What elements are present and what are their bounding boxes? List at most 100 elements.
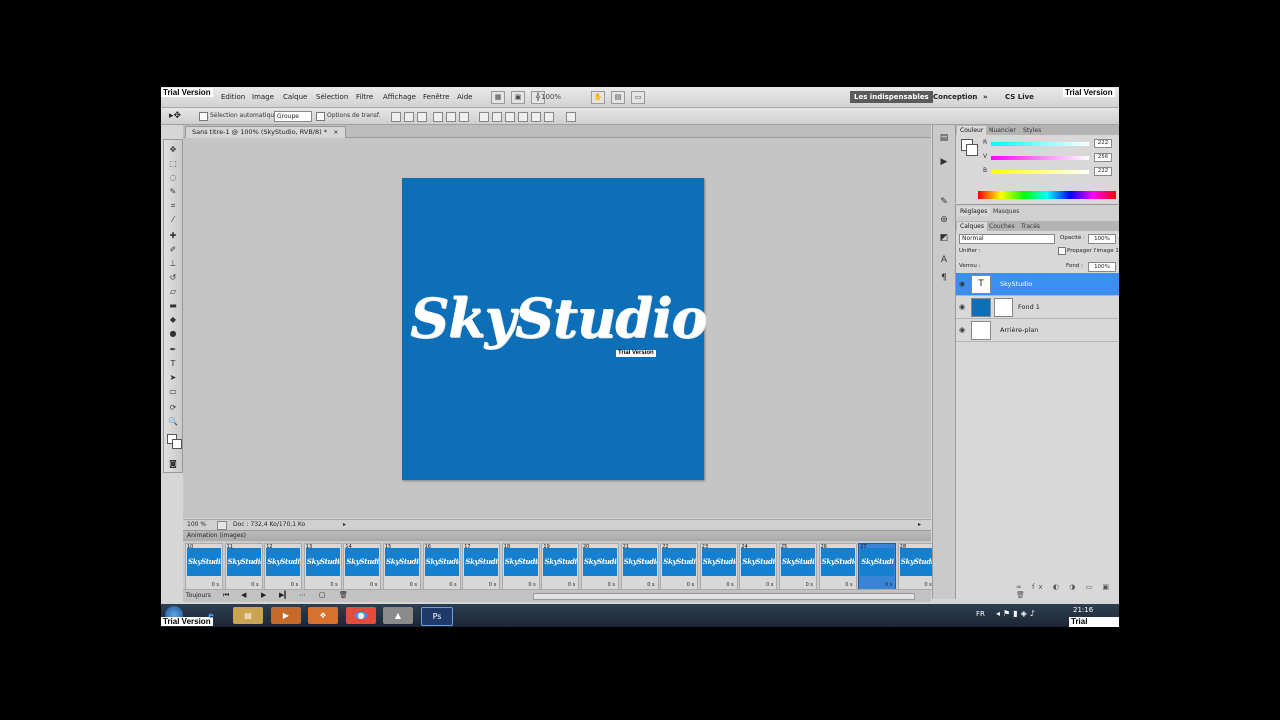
tab-nuancier[interactable]: Nuancier xyxy=(986,126,1019,135)
first-frame-icon[interactable]: ⏮ xyxy=(223,591,229,600)
align-hcenter-icon[interactable] xyxy=(446,112,456,122)
skystudio-logo-text[interactable]: SkyStudio xyxy=(410,286,707,350)
frame-delay[interactable]: 0 s xyxy=(528,582,535,588)
ie-icon[interactable]: e xyxy=(196,607,226,624)
frame-delay[interactable]: 0 s xyxy=(608,582,615,588)
workspace-design-button[interactable]: Conception xyxy=(929,91,981,103)
duplicate-frame-icon[interactable]: ▢ xyxy=(319,591,326,599)
opacity-input[interactable]: 100% xyxy=(1088,234,1116,244)
color-background-swatch[interactable] xyxy=(966,144,978,156)
zoom-tool-icon[interactable]: 🔍 xyxy=(167,416,179,427)
align-bottom-icon[interactable] xyxy=(417,112,427,122)
align-top-icon[interactable] xyxy=(391,112,401,122)
tab-calques[interactable]: Calques xyxy=(957,222,987,231)
animation-frame[interactable]: 10SkyStudio0 s xyxy=(185,543,223,590)
animation-frame[interactable]: 19SkyStudio0 s xyxy=(541,543,580,590)
clone-source-panel-icon[interactable]: ⊛ xyxy=(938,215,950,226)
frames-scrollbar[interactable] xyxy=(533,593,915,600)
layer-row[interactable]: ◉ T SkyStudio xyxy=(956,273,1119,296)
r-value-input[interactable]: 222 xyxy=(1094,139,1112,148)
animation-frame[interactable]: 28SkyStudio0 s xyxy=(897,543,936,590)
auto-select-dropdown[interactable]: Groupe xyxy=(274,111,312,122)
frame-delay[interactable]: 0 s xyxy=(370,582,377,588)
artboard[interactable]: SkyStudio Trial Version xyxy=(402,178,707,480)
animation-frame[interactable]: 22SkyStudio0 s xyxy=(660,543,699,590)
tab-masques[interactable]: Masques xyxy=(990,207,1022,216)
align-vcenter-icon[interactable] xyxy=(404,112,414,122)
frame-delay[interactable]: 0 s xyxy=(647,582,654,588)
animation-frame[interactable]: 11SkyStudio0 s xyxy=(224,543,263,590)
animation-frame[interactable]: 24SkyStudio0 s xyxy=(739,543,778,590)
more-workspaces-button[interactable]: » xyxy=(979,91,992,103)
eyedropper-tool-icon[interactable]: ⁄ xyxy=(167,214,179,225)
tween-icon[interactable]: ⋯ xyxy=(299,591,306,599)
layer-mask-thumbnail[interactable] xyxy=(994,298,1013,317)
path-select-tool-icon[interactable]: ➤ xyxy=(167,372,179,383)
quick-select-tool-icon[interactable]: ✎ xyxy=(167,186,179,197)
animation-panel-title[interactable]: Animation (images) xyxy=(187,532,246,539)
menu-affichage[interactable]: Affichage xyxy=(383,93,416,101)
propagate-checkbox[interactable] xyxy=(1058,247,1066,255)
auto-select-checkbox[interactable] xyxy=(199,112,208,121)
app-icon[interactable]: ▲ xyxy=(383,607,413,624)
visibility-eye-icon[interactable]: ◉ xyxy=(959,280,965,288)
menu-image[interactable]: Image xyxy=(252,93,274,101)
quick-mask-icon[interactable]: ◙ xyxy=(167,458,179,469)
move-tool-icon[interactable]: ✥ xyxy=(167,144,179,155)
auto-align-icon[interactable] xyxy=(566,112,576,122)
eraser-tool-icon[interactable]: ▱ xyxy=(167,286,179,297)
brushes-panel-icon[interactable]: ✎ xyxy=(938,197,950,208)
actions-panel-icon[interactable]: ▶ xyxy=(938,157,950,168)
frame-delay[interactable]: 0 s xyxy=(726,582,733,588)
tab-traces[interactable]: Tracés xyxy=(1018,222,1043,231)
tab-couches[interactable]: Couches xyxy=(986,222,1018,231)
menu-calque[interactable]: Calque xyxy=(283,93,307,101)
status-info-icon[interactable] xyxy=(217,521,227,530)
type-tool-icon[interactable]: T xyxy=(167,358,179,369)
play-icon[interactable]: ▶ xyxy=(261,591,266,599)
status-zoom[interactable]: 100 % xyxy=(187,520,206,530)
transform-checkbox[interactable] xyxy=(316,112,325,121)
paint-icon[interactable]: ❖ xyxy=(308,607,338,624)
tray-icons[interactable]: ◂⚑▮◈♪ xyxy=(996,609,1038,618)
character-panel-icon[interactable]: A xyxy=(938,255,950,266)
history-brush-tool-icon[interactable]: ↺ xyxy=(167,272,179,283)
animation-frame[interactable]: 12SkyStudio0 s xyxy=(264,543,303,590)
status-scroll-right-icon[interactable]: ▸ xyxy=(918,520,921,530)
explorer-icon[interactable]: ▤ xyxy=(233,607,263,624)
gradient-tool-icon[interactable]: ▬ xyxy=(167,300,179,311)
chrome-icon[interactable]: ● xyxy=(346,607,376,624)
distribute-hcenter-icon[interactable] xyxy=(531,112,541,122)
move-tool-icon[interactable]: ▸✥ xyxy=(169,111,181,121)
visibility-eye-icon[interactable]: ◉ xyxy=(959,303,965,311)
frame-delay[interactable]: 0 s xyxy=(489,582,496,588)
menu-edition[interactable]: Edition xyxy=(221,93,245,101)
blend-mode-dropdown[interactable]: Normal xyxy=(959,234,1055,244)
3d-rotate-tool-icon[interactable]: ⟳ xyxy=(167,402,179,413)
layer-row[interactable]: ◉ Fond 1 xyxy=(956,296,1119,319)
animation-frame[interactable]: 15SkyStudio0 s xyxy=(383,543,421,590)
visibility-eye-icon[interactable]: ◉ xyxy=(959,326,965,334)
status-menu-arrow-icon[interactable]: ▸ xyxy=(343,520,346,530)
document-tab-close-icon[interactable]: × xyxy=(333,128,338,136)
menu-selection[interactable]: Sélection xyxy=(316,93,348,101)
stamp-tool-icon[interactable]: ⊥ xyxy=(167,258,179,269)
crop-tool-icon[interactable]: ⌗ xyxy=(167,200,179,211)
background-color-swatch[interactable] xyxy=(172,439,182,449)
blur-tool-icon[interactable]: ◆ xyxy=(167,314,179,325)
clock[interactable]: 21:16 xyxy=(1073,606,1093,614)
loop-dropdown[interactable]: Toujours xyxy=(186,592,211,599)
distribute-right-icon[interactable] xyxy=(544,112,554,122)
v-slider[interactable] xyxy=(991,156,1089,160)
screen-mode-icon[interactable]: ▭ xyxy=(631,91,645,104)
animation-frame[interactable]: 17SkyStudio0 s xyxy=(462,543,501,590)
history-panel-icon[interactable]: ▤ xyxy=(938,133,950,144)
v-value-input[interactable]: 256 xyxy=(1094,153,1112,162)
next-frame-icon[interactable]: ▶▎ xyxy=(279,591,290,599)
brush-tool-icon[interactable]: ✐ xyxy=(167,244,179,255)
animation-frame[interactable]: 27SkyStudio0 s xyxy=(858,543,897,590)
color-spectrum[interactable] xyxy=(978,191,1116,199)
animation-frame[interactable]: 26SkyStudio0 s xyxy=(818,543,857,590)
frame-delay[interactable]: 0 s xyxy=(212,582,219,588)
animation-frame[interactable]: 23SkyStudio0 s xyxy=(699,543,738,590)
